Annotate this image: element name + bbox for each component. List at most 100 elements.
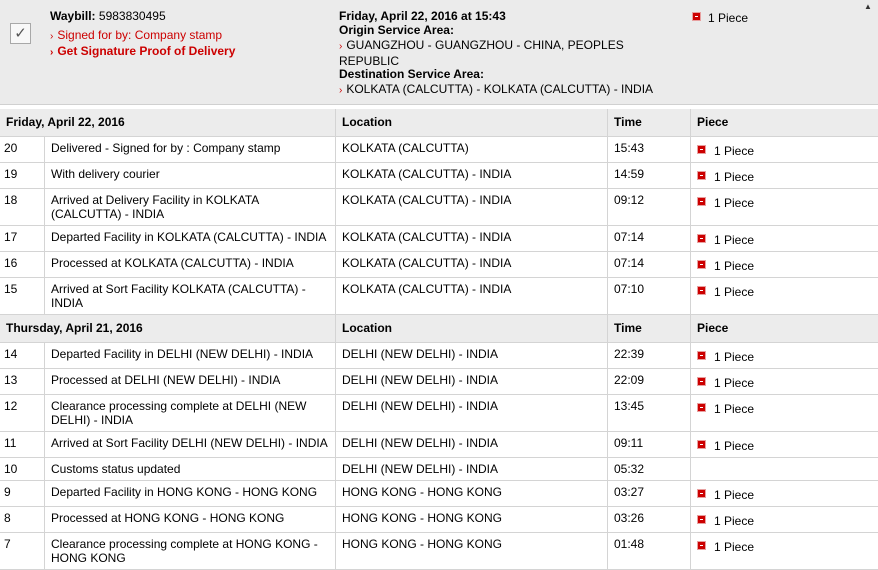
event-number: 12 — [0, 395, 45, 432]
red-caret-icon: › — [339, 85, 342, 96]
event-location: KOLKATA (CALCUTTA) - INDIA — [336, 252, 608, 278]
origin-label: Origin Service Area: — [339, 23, 454, 37]
piece-label: 1 Piece — [714, 540, 754, 554]
red-caret-icon: › — [50, 31, 53, 42]
red-square-icon — [697, 440, 706, 449]
table-row: 15Arrived at Sort Facility KOLKATA (CALC… — [0, 278, 878, 315]
event-number: 16 — [0, 252, 45, 278]
table-row: 11Arrived at Sort Facility DELHI (NEW DE… — [0, 432, 878, 458]
event-location: DELHI (NEW DELHI) - INDIA — [336, 369, 608, 395]
red-square-icon — [697, 489, 706, 498]
event-number: 13 — [0, 369, 45, 395]
event-time: 03:27 — [608, 481, 691, 507]
piece-label: 1 Piece — [714, 402, 754, 416]
piece-link[interactable]: 1 Piece — [697, 347, 754, 364]
event-piece-cell: 1 Piece — [691, 163, 878, 189]
table-row: 13Processed at DELHI (NEW DELHI) - INDIA… — [0, 369, 878, 395]
piece-link[interactable]: 1 Piece — [697, 230, 754, 247]
table-row: 7Clearance processing complete at HONG K… — [0, 533, 878, 570]
event-location: DELHI (NEW DELHI) - INDIA — [336, 343, 608, 369]
event-number: 17 — [0, 226, 45, 252]
event-description: Clearance processing complete at DELHI (… — [45, 395, 336, 432]
event-piece-cell: 1 Piece — [691, 278, 878, 315]
event-location: HONG KONG - HONG KONG — [336, 481, 608, 507]
event-description: Processed at HONG KONG - HONG KONG — [45, 507, 336, 533]
piece-link[interactable]: 1 Piece — [697, 282, 754, 299]
event-description: Arrived at Sort Facility DELHI (NEW DELH… — [45, 432, 336, 458]
signed-for-link[interactable]: ›Signed for by: Company stamp — [50, 28, 222, 42]
piece-link[interactable]: 1 Piece — [697, 193, 754, 210]
event-location: KOLKATA (CALCUTTA) - INDIA — [336, 163, 608, 189]
date-header: Friday, April 22, 2016 — [0, 109, 336, 137]
table-row: 12Clearance processing complete at DELHI… — [0, 395, 878, 432]
event-number: 20 — [0, 137, 45, 163]
event-description: Processed at DELHI (NEW DELHI) - INDIA — [45, 369, 336, 395]
table-row: 14Departed Facility in DELHI (NEW DELHI)… — [0, 343, 878, 369]
pieces-summary[interactable]: 1 Piece — [692, 11, 748, 25]
piece-link[interactable]: 1 Piece — [697, 485, 754, 502]
event-description: Departed Facility in HONG KONG - HONG KO… — [45, 481, 336, 507]
red-square-icon — [697, 403, 706, 412]
waybill-number: 5983830495 — [99, 9, 166, 23]
red-square-icon — [697, 234, 706, 243]
piece-link[interactable]: 1 Piece — [697, 511, 754, 528]
piece-label: 1 Piece — [714, 285, 754, 299]
piece-link[interactable]: 1 Piece — [697, 399, 754, 416]
event-description: Arrived at Delivery Facility in KOLKATA … — [45, 189, 336, 226]
red-caret-icon: › — [50, 47, 53, 58]
event-description: Clearance processing complete at HONG KO… — [45, 533, 336, 570]
event-piece-cell: 1 Piece — [691, 481, 878, 507]
event-description: With delivery courier — [45, 163, 336, 189]
red-square-icon — [697, 260, 706, 269]
event-time: 09:12 — [608, 189, 691, 226]
event-time: 09:11 — [608, 432, 691, 458]
event-description: Departed Facility in KOLKATA (CALCUTTA) … — [45, 226, 336, 252]
date-header-row: Friday, April 22, 2016LocationTimePiece — [0, 109, 878, 137]
piece-link[interactable]: 1 Piece — [697, 373, 754, 390]
event-time: 01:48 — [608, 533, 691, 570]
scroll-up-icon[interactable]: ▲ — [864, 2, 872, 11]
piece-link[interactable]: 1 Piece — [697, 537, 754, 554]
event-piece-cell: 1 Piece — [691, 507, 878, 533]
origin-value: GUANGZHOU - GUANGZHOU - CHINA, PEOPLES R… — [339, 38, 624, 68]
origin-link[interactable]: ›GUANGZHOU - GUANGZHOU - CHINA, PEOPLES … — [339, 38, 639, 68]
destination-value: KOLKATA (CALCUTTA) - KOLKATA (CALCUTTA) … — [346, 82, 653, 96]
event-number: 9 — [0, 481, 45, 507]
piece-link[interactable]: 1 Piece — [697, 436, 754, 453]
checkmark-icon[interactable]: ✓ — [10, 23, 31, 44]
event-description: Processed at KOLKATA (CALCUTTA) - INDIA — [45, 252, 336, 278]
date-header: Thursday, April 21, 2016 — [0, 315, 336, 343]
piece-label: 1 Piece — [714, 514, 754, 528]
event-location: KOLKATA (CALCUTTA) — [336, 137, 608, 163]
event-location: KOLKATA (CALCUTTA) - INDIA — [336, 189, 608, 226]
piece-link[interactable]: 1 Piece — [697, 256, 754, 273]
red-square-icon — [697, 351, 706, 360]
table-row: 8Processed at HONG KONG - HONG KONGHONG … — [0, 507, 878, 533]
destination-link[interactable]: › KOLKATA (CALCUTTA) - KOLKATA (CALCUTTA)… — [339, 82, 653, 96]
event-description: Departed Facility in DELHI (NEW DELHI) -… — [45, 343, 336, 369]
piece-link[interactable]: 1 Piece — [697, 167, 754, 184]
column-header-time: Time — [608, 109, 691, 137]
event-number: 19 — [0, 163, 45, 189]
event-piece-cell: 1 Piece — [691, 226, 878, 252]
table-row: 17Departed Facility in KOLKATA (CALCUTTA… — [0, 226, 878, 252]
event-number: 7 — [0, 533, 45, 570]
ship-date: Friday, April 22, 2016 at 15:43 — [339, 9, 506, 23]
piece-label: 1 Piece — [714, 196, 754, 210]
piece-label: 1 Piece — [714, 259, 754, 273]
event-time: 07:14 — [608, 226, 691, 252]
shipment-summary: ✓ Waybill: 5983830495 ›Signed for by: Co… — [0, 0, 878, 105]
event-time: 22:09 — [608, 369, 691, 395]
piece-link[interactable]: 1 Piece — [697, 141, 754, 158]
event-time: 03:26 — [608, 507, 691, 533]
signature-proof-text: Get Signature Proof of Delivery — [57, 44, 235, 58]
table-row: 19With delivery courierKOLKATA (CALCUTTA… — [0, 163, 878, 189]
piece-label: 1 Piece — [714, 233, 754, 247]
event-location: DELHI (NEW DELHI) - INDIA — [336, 395, 608, 432]
piece-label: 1 Piece — [714, 439, 754, 453]
event-number: 18 — [0, 189, 45, 226]
waybill: Waybill: 5983830495 — [50, 9, 166, 23]
signature-proof-link[interactable]: › Get Signature Proof of Delivery — [50, 44, 235, 58]
event-time: 22:39 — [608, 343, 691, 369]
event-location: HONG KONG - HONG KONG — [336, 533, 608, 570]
